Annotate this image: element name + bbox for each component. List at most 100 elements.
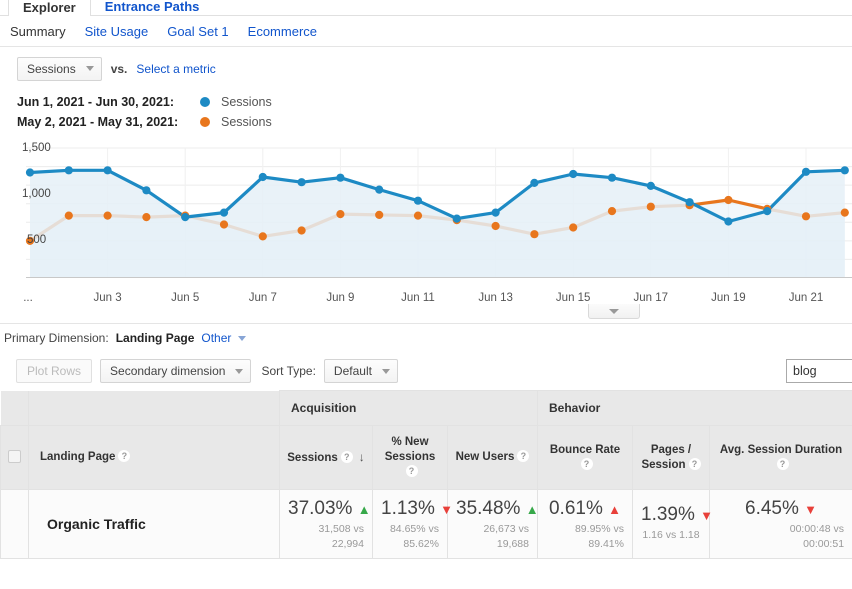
subnav-item-site-usage-label: Site Usage <box>85 24 149 39</box>
trend-up-icon: ▲ <box>358 502 371 517</box>
legend-metric-current: Sessions <box>221 95 272 109</box>
metric-select-button[interactable]: Sessions <box>17 57 102 81</box>
table-group-header-row: Acquisition Behavior <box>1 391 852 426</box>
table-search-input[interactable] <box>786 359 852 383</box>
legend-dot-blue <box>200 97 210 107</box>
primary-dimension-other[interactable]: Other <box>201 331 231 345</box>
column-header-landing-page[interactable]: Landing Page? <box>29 426 280 490</box>
legend-row-current: Jun 1, 2021 - Jun 30, 2021: Sessions <box>17 92 852 112</box>
help-icon[interactable]: ? <box>777 458 789 470</box>
help-icon[interactable]: ? <box>406 465 418 477</box>
column-header-pct-new-sessions[interactable]: % New Sessions? <box>373 426 448 490</box>
row-dimension-cell[interactable]: Organic Traffic <box>29 490 280 559</box>
cell-new-users-compare-b: 19,688 <box>456 538 529 551</box>
report-tab-strip: Explorer Entrance Paths <box>0 0 852 16</box>
cell-pages-per-session-compare-a: 1.16 vs 1.18 <box>641 529 701 542</box>
column-header-bounce-rate[interactable]: Bounce Rate? <box>538 426 633 490</box>
cell-sessions-delta-wrap: 37.03% ▲ <box>288 498 364 521</box>
subnav-item-summary[interactable]: Summary <box>10 24 66 39</box>
help-icon[interactable]: ? <box>689 458 701 470</box>
trend-up-red-icon: ▲ <box>608 502 621 517</box>
secondary-dimension-button[interactable]: Secondary dimension <box>100 359 251 383</box>
table-row[interactable]: Organic Traffic 37.03% ▲ 31,508 vs 22,99… <box>1 490 852 559</box>
tab-entrance-paths-label: Entrance Paths <box>105 0 200 14</box>
sort-descending-icon[interactable]: ↓ <box>359 450 365 464</box>
trend-up-icon: ▲ <box>526 502 539 517</box>
column-header-sessions[interactable]: Sessions? ↓ <box>280 426 373 490</box>
cell-avg-session-duration-delta-wrap: 6.45% ▼ <box>718 498 844 521</box>
primary-dimension-value[interactable]: Landing Page <box>116 331 195 345</box>
cell-pct-new-sessions-compare-b: 85.62% <box>381 538 439 551</box>
cell-bounce-rate: 0.61% ▲ 89.95% vs 89.41% <box>538 490 633 559</box>
chevron-down-icon <box>238 336 246 341</box>
x-axis-tick-label: Jun 19 <box>711 292 746 304</box>
group-header-spacer-dimension <box>29 391 280 426</box>
subnav-item-goal-set-1[interactable]: Goal Set 1 <box>167 24 228 39</box>
cell-new-users-delta: 35.48% <box>456 498 520 519</box>
subnav-item-site-usage[interactable]: Site Usage <box>85 24 149 39</box>
cell-sessions-delta: 37.03% <box>288 498 352 519</box>
column-header-avg-session-duration-label: Avg. Session Duration <box>720 444 842 456</box>
x-axis-tick-label: Jun 13 <box>478 292 513 304</box>
chart-legend: Jun 1, 2021 - Jun 30, 2021: Sessions May… <box>0 90 852 136</box>
cell-sessions-compare-a: 31,508 vs <box>288 523 364 536</box>
tab-explorer-label: Explorer <box>23 0 76 15</box>
cell-avg-session-duration: 6.45% ▼ 00:00:48 vs 00:00:51 <box>710 490 852 559</box>
chart-collapse-button[interactable] <box>588 304 640 319</box>
cell-bounce-rate-delta: 0.61% <box>549 498 603 519</box>
row-checkbox-cell <box>1 490 29 559</box>
cell-pages-per-session: 1.39% ▼ 1.16 vs 1.18 <box>633 490 710 559</box>
chart-baseline <box>26 277 852 278</box>
tab-entrance-paths[interactable]: Entrance Paths <box>91 0 214 15</box>
help-icon[interactable]: ? <box>581 458 593 470</box>
legend-dot-orange <box>200 117 210 127</box>
primary-dimension-label: Primary Dimension: <box>4 331 109 345</box>
select-all-checkbox[interactable] <box>8 450 21 463</box>
x-axis-tick-label: Jun 9 <box>326 292 354 304</box>
column-header-new-users[interactable]: New Users? <box>448 426 538 490</box>
primary-dimension-row: Primary Dimension: Landing Page Other <box>0 324 852 352</box>
tab-explorer[interactable]: Explorer <box>8 0 91 16</box>
column-header-pages-per-session[interactable]: Pages / Session? <box>633 426 710 490</box>
plot-rows-label: Plot Rows <box>27 364 81 378</box>
x-axis-tick-label: Jun 17 <box>634 292 669 304</box>
x-axis-tick-label: Jun 3 <box>94 292 122 304</box>
group-header-behavior: Behavior <box>538 391 852 426</box>
plot-rows-button[interactable]: Plot Rows <box>16 359 92 383</box>
y-axis-tick-500: 500 <box>27 234 46 246</box>
cell-pct-new-sessions-compare-a: 84.65% vs <box>381 523 439 536</box>
select-all-cell <box>1 426 29 490</box>
help-icon[interactable]: ? <box>341 451 353 463</box>
trend-down-icon: ▼ <box>804 502 817 517</box>
column-header-avg-session-duration[interactable]: Avg. Session Duration? <box>710 426 852 490</box>
subnav-item-ecommerce[interactable]: Ecommerce <box>248 24 317 39</box>
table-column-header-row: Landing Page? Sessions? ↓ % New Sessions?… <box>1 426 852 490</box>
y-axis-tick-1000: 1,000 <box>22 188 51 200</box>
cell-sessions: 37.03% ▲ 31,508 vs 22,994 <box>280 490 373 559</box>
column-header-new-users-label: New Users <box>456 451 515 463</box>
metric-selector-row: Sessions vs. Select a metric <box>0 47 852 90</box>
cell-bounce-rate-delta-wrap: 0.61% ▲ <box>546 498 624 521</box>
sort-type-value: Default <box>334 364 372 378</box>
column-header-landing-page-label: Landing Page <box>40 451 115 463</box>
sessions-time-series-chart[interactable]: 1,500 1,000 500 <box>0 140 852 292</box>
sort-type-label: Sort Type: <box>261 364 315 378</box>
table-toolbar: Plot Rows Secondary dimension Sort Type:… <box>0 352 852 390</box>
y-axis-tick-1500: 1,500 <box>22 142 51 154</box>
cell-new-users: 35.48% ▲ 26,673 vs 19,688 <box>448 490 538 559</box>
column-header-sessions-label: Sessions <box>287 452 338 464</box>
subnav-item-goal-set-1-label: Goal Set 1 <box>167 24 228 39</box>
report-subnav: Summary Site Usage Goal Set 1 Ecommerce <box>0 16 852 47</box>
legend-date-current: Jun 1, 2021 - Jun 30, 2021: <box>17 95 187 109</box>
trend-down-icon: ▼ <box>700 508 713 523</box>
cell-new-users-compare-a: 26,673 vs <box>456 523 529 536</box>
cell-pages-per-session-delta: 1.39% <box>641 504 695 525</box>
chart-canvas <box>0 140 852 292</box>
subnav-item-ecommerce-label: Ecommerce <box>248 24 317 39</box>
cell-avg-session-duration-compare-a: 00:00:48 vs <box>718 523 844 536</box>
trend-down-icon: ▼ <box>440 502 453 517</box>
help-icon[interactable]: ? <box>118 450 130 462</box>
sort-type-select[interactable]: Default <box>324 359 398 383</box>
help-icon[interactable]: ? <box>517 450 529 462</box>
select-a-metric-link[interactable]: Select a metric <box>136 62 215 76</box>
